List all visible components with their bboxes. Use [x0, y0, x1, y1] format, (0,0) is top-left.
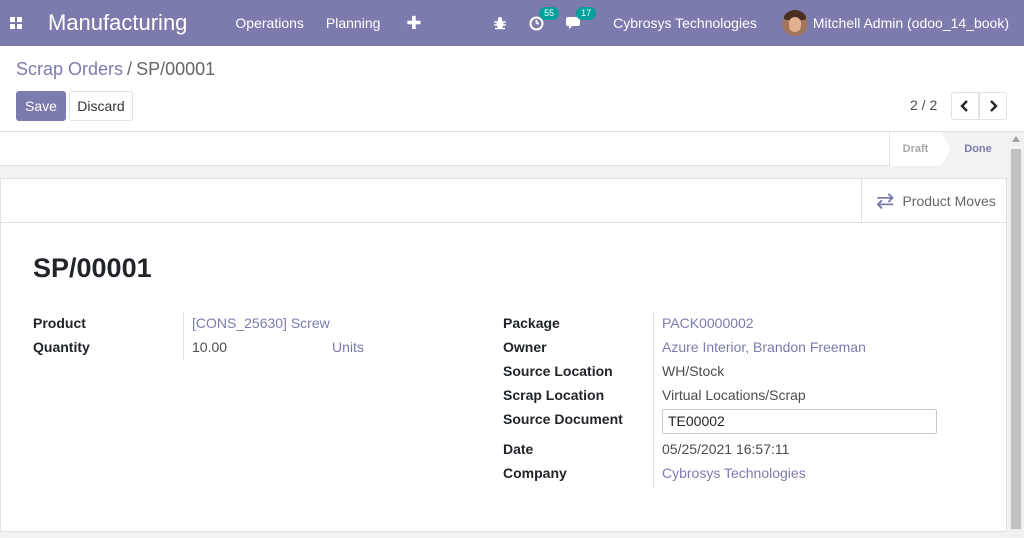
product-label: Product — [33, 315, 86, 331]
company-label: Company — [503, 465, 567, 481]
date-value[interactable]: 05/25/2021 16:57:11 — [662, 441, 789, 457]
uom-link[interactable]: Units — [332, 339, 364, 355]
save-button[interactable]: Save — [16, 91, 66, 121]
left-group-separator — [183, 312, 184, 360]
vertical-scrollbar[interactable] — [1008, 132, 1024, 538]
pager-previous-button[interactable] — [951, 92, 979, 120]
chevron-right-icon — [990, 100, 998, 112]
scrap-location-value[interactable]: Virtual Locations/Scrap — [662, 387, 806, 403]
owner-label: Owner — [503, 339, 547, 355]
menu-planning[interactable]: Planning — [326, 15, 381, 31]
scrap-location-label: Scrap Location — [503, 387, 605, 403]
activity-clock-icon[interactable]: 55 — [529, 6, 560, 31]
apps-grid-icon — [10, 17, 22, 29]
messages-chat-icon[interactable]: 17 — [566, 7, 597, 30]
plus-icon[interactable]: ✚ — [406, 13, 421, 34]
discard-button[interactable]: Discard — [69, 91, 133, 121]
company-value[interactable]: Cybrosys Technologies — [662, 465, 806, 481]
top-navbar: Manufacturing Operations Planning ✚ 55 1… — [0, 0, 1024, 46]
record-title: SP/00001 — [33, 253, 152, 283]
owner-value[interactable]: Azure Interior, Brandon Freeman — [662, 339, 866, 355]
product-value[interactable]: [CONS_25630] Screw — [192, 315, 330, 331]
quantity-value[interactable]: 10.00 — [192, 339, 227, 355]
status-steps: Draft Done — [889, 132, 1007, 166]
company-switcher[interactable]: Cybrosys Technologies — [613, 15, 757, 31]
systray: 55 17 Cybrosys Technologies Mitchell Adm… — [493, 0, 1024, 46]
exchange-arrows-icon: ⇄ — [876, 187, 895, 213]
source-location-value[interactable]: WH/Stock — [662, 363, 724, 379]
form-statusbar: Draft Done — [0, 132, 1007, 166]
user-menu[interactable]: Mitchell Admin (odoo_14_book) — [813, 15, 1009, 31]
uom-value[interactable]: Units — [332, 339, 364, 355]
chevron-left-icon — [960, 100, 968, 112]
messages-badge: 17 — [576, 7, 597, 20]
product-moves-button[interactable]: ⇄ Product Moves — [861, 179, 1006, 222]
debug-icon[interactable] — [493, 16, 507, 30]
scroll-thumb[interactable] — [1011, 149, 1021, 529]
menu-operations[interactable]: Operations — [235, 15, 303, 31]
scroll-up-arrow-icon[interactable] — [1012, 136, 1020, 142]
form-sheet: ⇄ Product Moves SP/00001 Product Quantit… — [0, 178, 1007, 532]
owner-link[interactable]: Azure Interior, Brandon Freeman — [662, 339, 866, 355]
package-link[interactable]: PACK0000002 — [662, 315, 754, 331]
quantity-label: Quantity — [33, 339, 90, 355]
product-link[interactable]: [CONS_25630] Screw — [192, 315, 330, 331]
breadcrumb-current: SP/00001 — [136, 59, 216, 79]
product-moves-label: Product Moves — [902, 192, 996, 209]
date-label: Date — [503, 441, 534, 457]
smart-button-box: ⇄ Product Moves — [861, 179, 1006, 223]
breadcrumb-separator: / — [127, 59, 133, 79]
company-link[interactable]: Cybrosys Technologies — [662, 465, 806, 481]
right-group-separator — [653, 312, 654, 488]
status-step-draft[interactable]: Draft — [889, 132, 951, 166]
user-avatar[interactable] — [781, 10, 808, 36]
source-document-label: Source Document — [503, 411, 623, 427]
pager-value[interactable]: 2 / 2 — [910, 97, 937, 113]
app-name[interactable]: Manufacturing — [48, 10, 187, 36]
app-menu-button[interactable] — [0, 0, 32, 46]
package-value[interactable]: PACK0000002 — [662, 315, 754, 331]
source-location-label: Source Location — [503, 363, 613, 379]
pager-next-button[interactable] — [979, 92, 1007, 120]
breadcrumb: Scrap Orders / SP/00001 — [16, 59, 215, 80]
activity-badge: 55 — [539, 6, 560, 20]
package-label: Package — [503, 315, 560, 331]
source-document-input[interactable]: TE00002 — [662, 409, 937, 434]
breadcrumb-scrap-orders[interactable]: Scrap Orders — [16, 59, 123, 79]
sheet-header-divider — [1, 222, 863, 223]
